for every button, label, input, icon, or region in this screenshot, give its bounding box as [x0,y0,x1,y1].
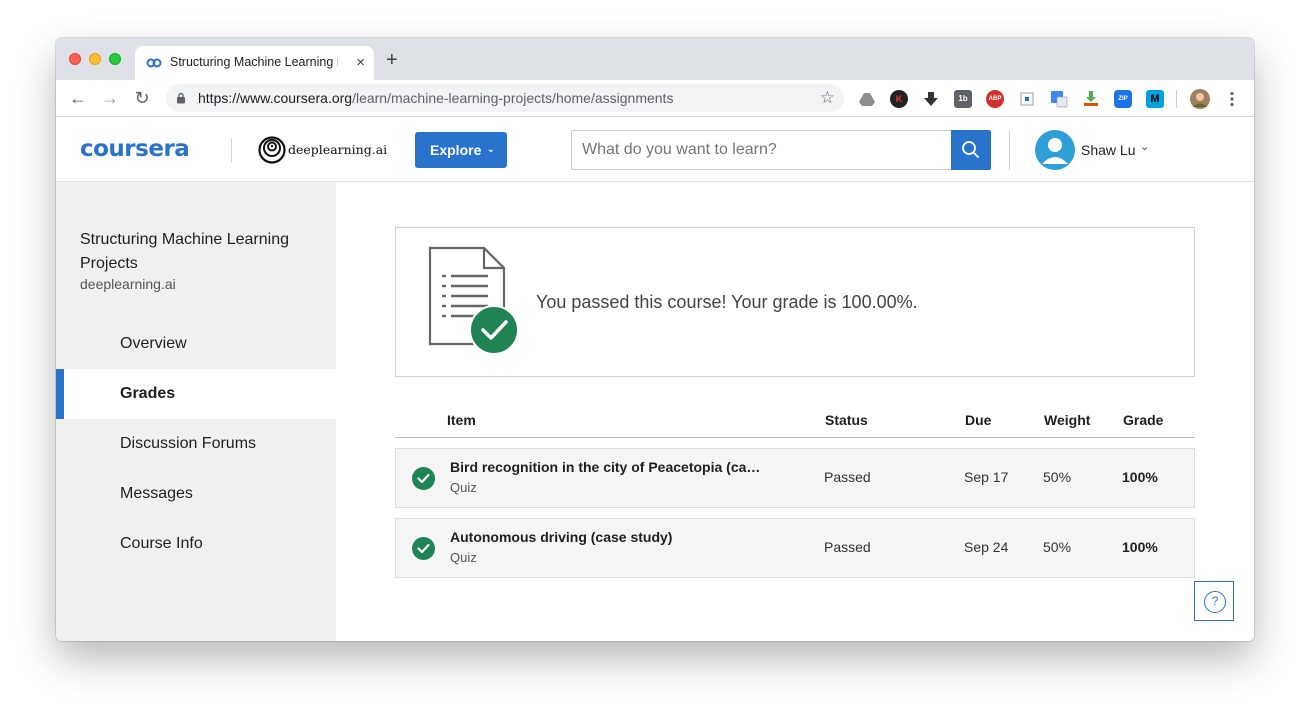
forward-arrow-icon[interactable]: → [99,87,121,109]
sidebar-item-messages[interactable]: Messages [56,469,336,519]
browser-tab[interactable]: Structuring Machine Learning P × [135,46,374,80]
sidebar-item-label: Messages [120,485,193,502]
course-passed-card: You passed this course! Your grade is 10… [395,227,1195,377]
grades-table-header: Item Status Due Weight Grade [395,410,1195,438]
sidebar-item-grades[interactable]: Grades [56,369,336,419]
course-title[interactable]: Structuring Machine Learning Projects [80,228,320,276]
lock-icon [177,92,185,104]
help-icon: ? [1204,591,1226,613]
close-window-button[interactable] [69,53,81,65]
item-title-link[interactable]: Autonomous driving (case study) [450,529,780,545]
1b-icon-label: 1b [958,94,968,103]
pass-message: You passed this course! Your grade is 10… [536,292,918,312]
item-grade: 100% [1122,469,1158,485]
item-due: Sep 24 [964,539,1009,555]
col-status: Status [825,412,868,428]
help-button[interactable]: ? [1194,581,1234,621]
minimize-window-button[interactable] [89,53,101,65]
tab-close-icon[interactable]: × [356,54,365,71]
k-icon[interactable]: K [890,90,908,108]
k-icon-label: K [895,94,903,104]
back-arrow-icon[interactable]: ← [67,87,89,109]
header-divider [1009,130,1010,170]
item-type: Quiz [450,550,477,565]
screen-icon[interactable] [1018,90,1036,108]
col-item: Item [447,412,476,428]
coursera-logo[interactable]: coursera [80,136,190,162]
toolbar-separator [1176,90,1177,108]
chevron-down-icon[interactable]: ⌄ [1140,140,1149,153]
search-icon [962,141,979,158]
zip-icon[interactable]: ZIP [1114,90,1132,108]
table-row[interactable]: Bird recognition in the city of Peacetop… [395,448,1195,508]
search-input[interactable] [571,130,951,170]
table-row[interactable]: Autonomous driving (case study) Quiz Pas… [395,518,1195,578]
drive-icon[interactable] [858,90,876,108]
header-divider [231,138,232,162]
check-circle-icon [412,467,435,490]
sidebar-item-label: Grades [120,385,176,402]
new-tab-button[interactable]: + [386,50,398,70]
sidebar-item-discussion-forums[interactable]: Discussion Forums [56,419,336,469]
explore-label: Explore [430,142,482,158]
1b-icon[interactable]: 1b [954,90,972,108]
course-sidebar: Structuring Machine Learning Projects de… [56,182,336,641]
menu-dots-icon[interactable] [1223,90,1241,108]
m-icon[interactable]: M [1146,90,1164,108]
item-title-link[interactable]: Bird recognition in the city of Peacetop… [450,459,780,475]
item-weight: 50% [1043,539,1072,555]
sidebar-item-label: Overview [120,335,187,352]
document-check-icon [428,246,519,355]
item-type: Quiz [450,480,477,495]
url-host: https://www.coursera.org [198,90,353,106]
profile-avatar-icon[interactable] [1190,89,1210,109]
browser-toolbar: ← → ↻ https://www.coursera.org/learn/mac… [56,80,1254,117]
url-path: /learn/machine-learning-projects/home/as… [352,90,674,106]
col-grade: Grade [1123,412,1164,428]
col-due: Due [965,412,992,428]
deeplearning-spiral-icon [258,136,286,164]
browser-window: Structuring Machine Learning P × + ← → ↻… [56,38,1254,641]
chevron-down-icon: ⌄ [486,144,495,155]
tab-title: Structuring Machine Learning P [170,55,338,69]
tab-strip: Structuring Machine Learning P × + [56,38,1254,80]
abp-icon[interactable]: ABP [986,90,1004,108]
item-grade: 100% [1122,539,1158,555]
bookmark-star-icon[interactable]: ☆ [820,88,835,108]
sidebar-item-label: Course Info [120,535,203,552]
item-due: Sep 17 [964,469,1009,485]
explore-button[interactable]: Explore ⌄ [415,132,507,168]
address-bar[interactable]: https://www.coursera.org/learn/machine-l… [166,84,844,112]
check-circle-icon [412,537,435,560]
sidebar-item-overview[interactable]: Overview [56,319,336,369]
user-avatar[interactable] [1035,130,1075,170]
search-button[interactable] [951,130,991,170]
download-tray-icon[interactable] [1082,90,1100,108]
user-name[interactable]: Shaw Lu [1081,142,1135,158]
site-header: coursera deeplearning.ai Explore ⌄ What … [56,118,1254,182]
zip-icon-label: ZIP [1118,96,1128,102]
item-weight: 50% [1043,469,1072,485]
user-icon [1042,138,1068,164]
col-weight: Weight [1044,412,1091,428]
course-partner: deeplearning.ai [80,276,176,292]
url-text: https://www.coursera.org/learn/machine-l… [198,90,673,106]
item-status: Passed [824,469,871,485]
grades-main: You passed this course! Your grade is 10… [336,182,1254,641]
coursera-favicon-icon [146,58,162,68]
item-status: Passed [824,539,871,555]
abp-icon-label: ABP [988,96,1002,102]
m-icon-label: M [1150,93,1160,105]
deeplearning-logo-text: deeplearning.ai [288,142,388,157]
download-arrow-icon[interactable] [922,90,940,108]
translate-icon[interactable] [1050,90,1068,108]
checkmark-icon [417,543,430,554]
reload-icon[interactable]: ↻ [131,87,153,109]
sidebar-item-label: Discussion Forums [120,435,257,452]
checkmark-icon [417,473,430,484]
sidebar-item-course-info[interactable]: Course Info [56,519,336,569]
maximize-window-button[interactable] [109,53,121,65]
